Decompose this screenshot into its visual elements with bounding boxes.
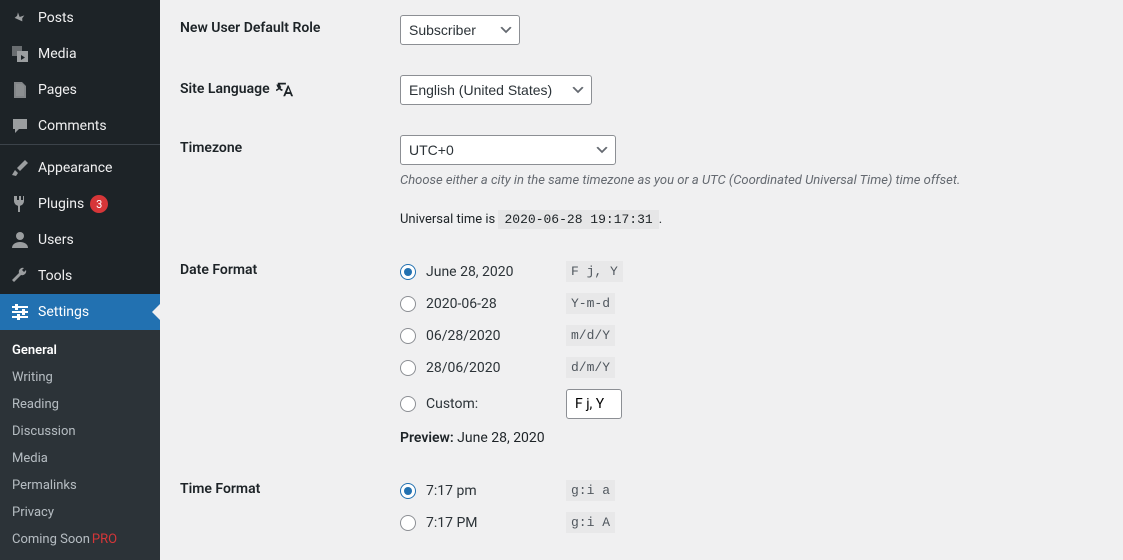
page-icon: [10, 80, 30, 100]
site-language-select[interactable]: English (United States): [400, 75, 592, 105]
row-default-role: New User Default Role Subscriber: [180, 0, 1103, 60]
timezone-select[interactable]: UTC+0: [400, 135, 616, 165]
sidebar-item-pages[interactable]: Pages: [0, 72, 160, 108]
settings-content: New User Default Role Subscriber Site La…: [160, 0, 1123, 550]
format-code: Y-m-d: [566, 293, 615, 314]
sidebar-main-group: Posts Media Pages Comments: [0, 0, 160, 144]
menu-label: Tools: [38, 268, 72, 284]
menu-label: Posts: [38, 10, 74, 26]
date-format-radio[interactable]: [400, 264, 416, 280]
time-format-option-1[interactable]: 7:17 PM g:i A: [400, 508, 1103, 540]
wrench-icon: [10, 266, 30, 286]
date-format-radio[interactable]: [400, 396, 416, 412]
date-format-radio[interactable]: [400, 360, 416, 376]
sidebar-item-comments[interactable]: Comments: [0, 108, 160, 144]
sidebar-separator: [0, 144, 160, 145]
row-site-language: Site Language English (United States): [180, 60, 1103, 120]
date-format-option-3[interactable]: 28/06/2020 d/m/Y: [400, 353, 1103, 385]
format-code: g:i A: [566, 512, 615, 533]
date-format-option-2[interactable]: 06/28/2020 m/d/Y: [400, 321, 1103, 353]
menu-label: Comments: [38, 118, 107, 134]
row-date-format: Date Format June 28, 2020 F j, Y 2020-06…: [180, 242, 1103, 461]
admin-sidebar: Posts Media Pages Comments Appearance Pl…: [0, 0, 160, 550]
submenu-privacy[interactable]: Privacy: [0, 499, 160, 526]
media-icon: [10, 44, 30, 64]
sliders-icon: [10, 302, 30, 322]
submenu-writing[interactable]: Writing: [0, 364, 160, 391]
user-icon: [10, 230, 30, 250]
submenu-discussion[interactable]: Discussion: [0, 418, 160, 445]
menu-label: Users: [38, 232, 74, 248]
format-code: d/m/Y: [566, 357, 615, 378]
sidebar-item-tools[interactable]: Tools: [0, 258, 160, 294]
universal-time-value: 2020-06-28 19:17:31: [498, 210, 658, 229]
date-format-preview: Preview: June 28, 2020: [400, 430, 1103, 446]
format-code: F j, Y: [566, 261, 623, 282]
date-format-radio[interactable]: [400, 296, 416, 312]
sidebar-item-plugins[interactable]: Plugins 3: [0, 186, 160, 222]
timezone-label: Timezone: [180, 135, 400, 156]
row-time-format: Time Format 7:17 pm g:i a 7:17 PM g:i A: [180, 461, 1103, 550]
menu-label: Appearance: [38, 160, 112, 176]
sidebar-secondary-group: Appearance Plugins 3 Users Tools Setting…: [0, 150, 160, 330]
date-format-radio[interactable]: [400, 328, 416, 344]
pro-badge: PRO: [92, 532, 117, 547]
brush-icon: [10, 158, 30, 178]
submenu-general[interactable]: General: [0, 337, 160, 364]
menu-label: Media: [38, 46, 77, 62]
date-format-custom-input[interactable]: [566, 389, 622, 419]
time-format-label: Time Format: [180, 476, 400, 497]
menu-label: Settings: [38, 304, 89, 320]
date-format-label: Date Format: [180, 257, 400, 278]
menu-label: Plugins: [38, 196, 84, 212]
row-timezone: Timezone UTC+0 Choose either a city in t…: [180, 120, 1103, 242]
submenu-reading[interactable]: Reading: [0, 391, 160, 418]
default-role-select[interactable]: Subscriber: [400, 15, 520, 45]
sidebar-item-appearance[interactable]: Appearance: [0, 150, 160, 186]
pin-icon: [10, 8, 30, 28]
format-code: m/d/Y: [566, 325, 615, 346]
date-format-option-custom[interactable]: Custom:: [400, 385, 1103, 426]
plug-icon: [10, 194, 30, 214]
submenu-media[interactable]: Media: [0, 445, 160, 472]
time-format-radio[interactable]: [400, 483, 416, 499]
timezone-description: Choose either a city in the same timezon…: [400, 173, 1103, 188]
translate-icon: [276, 80, 294, 98]
format-code: g:i a: [566, 480, 615, 501]
plugin-update-badge: 3: [90, 195, 108, 213]
time-format-radio[interactable]: [400, 515, 416, 531]
time-format-option-0[interactable]: 7:17 pm g:i a: [400, 476, 1103, 508]
submenu-coming-soon[interactable]: Coming SoonPRO: [0, 526, 160, 553]
date-format-option-0[interactable]: June 28, 2020 F j, Y: [400, 257, 1103, 289]
settings-submenu: General Writing Reading Discussion Media…: [0, 330, 160, 560]
sidebar-item-users[interactable]: Users: [0, 222, 160, 258]
submenu-permalinks[interactable]: Permalinks: [0, 472, 160, 499]
site-language-label: Site Language: [180, 81, 270, 97]
comment-icon: [10, 116, 30, 136]
menu-label: Pages: [38, 82, 77, 98]
sidebar-item-settings[interactable]: Settings: [0, 294, 160, 330]
date-format-option-1[interactable]: 2020-06-28 Y-m-d: [400, 289, 1103, 321]
default-role-label: New User Default Role: [180, 15, 400, 36]
sidebar-item-media[interactable]: Media: [0, 36, 160, 72]
universal-time-line: Universal time is 2020-06-28 19:17:31.: [400, 212, 1103, 227]
sidebar-item-posts[interactable]: Posts: [0, 0, 160, 36]
